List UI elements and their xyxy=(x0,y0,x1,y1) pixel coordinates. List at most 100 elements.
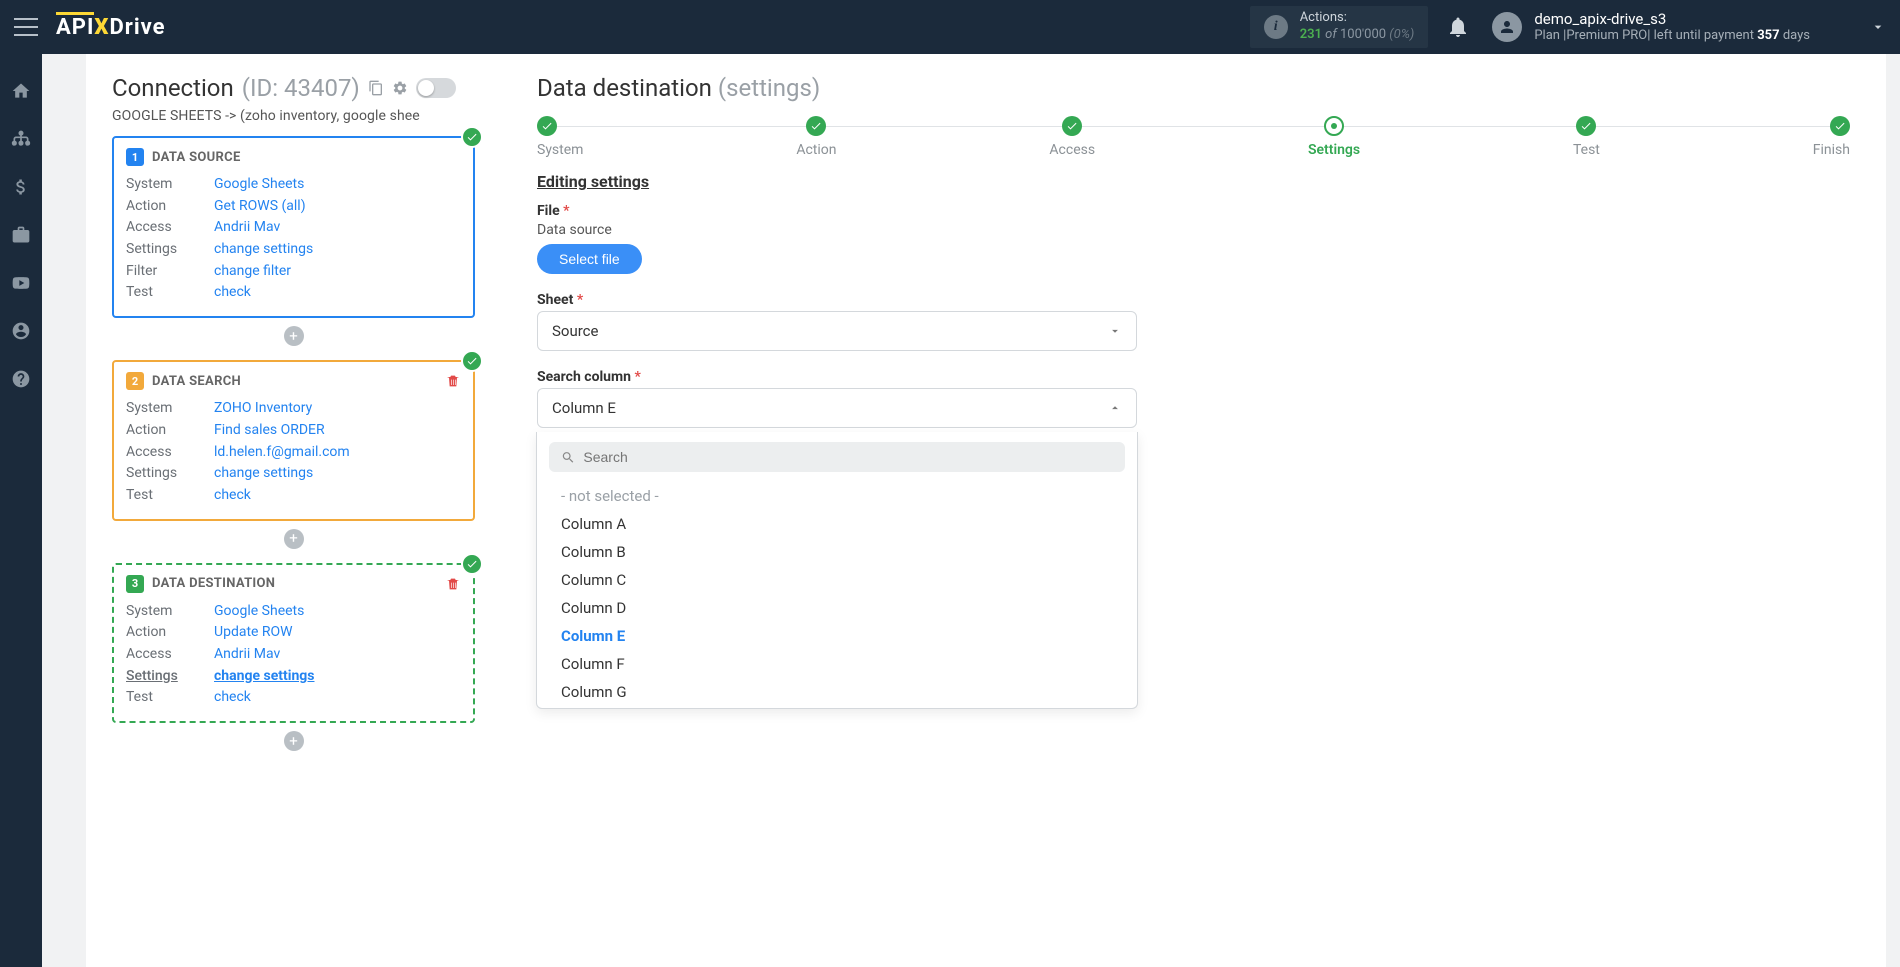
connection-panel: Connection (ID: 43407) GOOGLE SHEETS -> … xyxy=(86,54,501,967)
trash-icon[interactable] xyxy=(445,576,461,592)
card-row-label: System xyxy=(126,601,214,623)
step-label: System xyxy=(537,142,583,158)
card-row-label: Settings xyxy=(126,239,214,261)
card-row-value[interactable]: Google Sheets xyxy=(214,174,304,196)
card-row-value[interactable]: Get ROWS (all) xyxy=(214,196,306,218)
card-row-value[interactable]: Andrii Mav xyxy=(214,217,280,239)
step-label: Test xyxy=(1573,142,1600,158)
card-row-label: Test xyxy=(126,282,214,304)
card-number: 3 xyxy=(126,575,144,593)
option-item[interactable]: Column H xyxy=(537,706,1137,708)
option-item[interactable]: Column E xyxy=(537,622,1137,650)
card-number: 1 xyxy=(126,148,144,166)
step-circle-done xyxy=(1062,116,1082,136)
destination-title-row: Data destination (settings) xyxy=(537,74,1850,102)
sidebar-connections-icon[interactable] xyxy=(10,128,32,150)
step-circle-done xyxy=(1830,116,1850,136)
step-circle-current xyxy=(1324,116,1344,136)
sidebar-video-icon[interactable] xyxy=(10,272,32,294)
card-row-value[interactable]: check xyxy=(214,282,251,304)
step-action[interactable]: Action xyxy=(796,116,836,158)
card-row: SystemGoogle Sheets xyxy=(126,174,461,196)
actions-usage[interactable]: i Actions: 231 of 100'000 (0%) xyxy=(1250,6,1429,48)
card-row-value[interactable]: Update ROW xyxy=(214,622,293,644)
card-green: 3DATA DESTINATIONSystemGoogle SheetsActi… xyxy=(112,563,475,723)
step-label: Finish xyxy=(1813,142,1850,158)
sheet-label: Sheet xyxy=(537,292,573,308)
card-blue: 1DATA SOURCESystemGoogle SheetsActionGet… xyxy=(112,136,475,318)
sidebar-billing-icon[interactable] xyxy=(10,176,32,198)
card-row: Filterchange filter xyxy=(126,261,461,283)
chevron-up-icon xyxy=(1108,401,1122,415)
step-finish[interactable]: Finish xyxy=(1813,116,1850,158)
avatar-icon[interactable] xyxy=(1492,12,1522,42)
card-row: ActionGet ROWS (all) xyxy=(126,196,461,218)
destination-panel: Data destination (settings) System Action… xyxy=(501,54,1886,967)
card-row-label: Settings xyxy=(126,666,214,688)
option-item[interactable]: Column D xyxy=(537,594,1137,622)
file-label: File xyxy=(537,203,560,219)
connection-subtitle: GOOGLE SHEETS -> (zoho inventory, google… xyxy=(112,108,475,124)
card-row-value[interactable]: check xyxy=(214,485,251,507)
option-item[interactable]: Column G xyxy=(537,678,1137,706)
sidebar-help-icon[interactable] xyxy=(10,368,32,390)
actions-count: 231 xyxy=(1300,27,1322,42)
select-file-button[interactable]: Select file xyxy=(537,244,642,274)
step-test[interactable]: Test xyxy=(1573,116,1600,158)
check-badge-icon xyxy=(461,126,483,148)
dropdown-search[interactable] xyxy=(549,442,1125,472)
sidebar-account-icon[interactable] xyxy=(10,320,32,342)
card-row-value[interactable]: Google Sheets xyxy=(214,601,304,623)
dropdown-search-input[interactable] xyxy=(583,449,1113,465)
sidebar-work-icon[interactable] xyxy=(10,224,32,246)
chevron-down-icon[interactable] xyxy=(1870,19,1886,35)
card-row: AccessAndrii Mav xyxy=(126,217,461,239)
info-icon: i xyxy=(1264,15,1288,39)
menu-toggle-icon[interactable] xyxy=(14,18,38,36)
search-column-select[interactable]: Column E xyxy=(537,388,1137,428)
card-row-value[interactable]: Andrii Mav xyxy=(214,644,280,666)
card-row: Testcheck xyxy=(126,687,461,709)
option-item[interactable]: Column B xyxy=(537,538,1137,566)
card-row-value[interactable]: check xyxy=(214,687,251,709)
card-row: SystemGoogle Sheets xyxy=(126,601,461,623)
card-title: DATA DESTINATION xyxy=(152,576,275,591)
user-info[interactable]: demo_apix-drive_s3 Plan |Premium PRO| le… xyxy=(1534,10,1810,45)
check-badge-icon xyxy=(461,553,483,575)
check-badge-icon xyxy=(461,350,483,372)
logo-api: API xyxy=(56,12,94,40)
card-row-value[interactable]: Find sales ORDER xyxy=(214,420,325,442)
copy-icon[interactable] xyxy=(368,80,384,96)
sidebar-home-icon[interactable] xyxy=(10,80,32,102)
add-step-button[interactable]: + xyxy=(284,326,304,346)
search-column-field-group: Search column * Column E - not selected … xyxy=(537,369,1850,428)
card-row-value[interactable]: ld.helen.f@gmail.com xyxy=(214,442,350,464)
card-row-label: Test xyxy=(126,687,214,709)
step-label: Settings xyxy=(1308,142,1360,158)
card-row-value[interactable]: change settings xyxy=(214,239,313,261)
step-system[interactable]: System xyxy=(537,116,583,158)
card-row-value[interactable]: change settings xyxy=(214,666,314,688)
option-item[interactable]: Column F xyxy=(537,650,1137,678)
add-step-button[interactable]: + xyxy=(284,529,304,549)
card-row-value[interactable]: ZOHO Inventory xyxy=(214,398,312,420)
card-row-value[interactable]: change settings xyxy=(214,463,313,485)
step-circle-done xyxy=(1576,116,1596,136)
add-step-button[interactable]: + xyxy=(284,731,304,751)
connection-title-row: Connection (ID: 43407) xyxy=(112,74,475,102)
connection-toggle[interactable] xyxy=(416,78,456,98)
notifications-icon[interactable] xyxy=(1446,15,1470,39)
card-row: Settingschange settings xyxy=(126,463,461,485)
option-not-selected[interactable]: - not selected - xyxy=(537,482,1137,510)
logo[interactable]: APIXDrive xyxy=(56,15,166,40)
option-item[interactable]: Column A xyxy=(537,510,1137,538)
card-row-label: Filter xyxy=(126,261,214,283)
step-settings[interactable]: Settings xyxy=(1308,116,1360,158)
option-item[interactable]: Column C xyxy=(537,566,1137,594)
gear-icon[interactable] xyxy=(392,80,408,96)
logo-x: X xyxy=(94,15,109,40)
step-access[interactable]: Access xyxy=(1049,116,1095,158)
card-row-value[interactable]: change filter xyxy=(214,261,291,283)
trash-icon[interactable] xyxy=(445,373,461,389)
sheet-select[interactable]: Source xyxy=(537,311,1137,351)
